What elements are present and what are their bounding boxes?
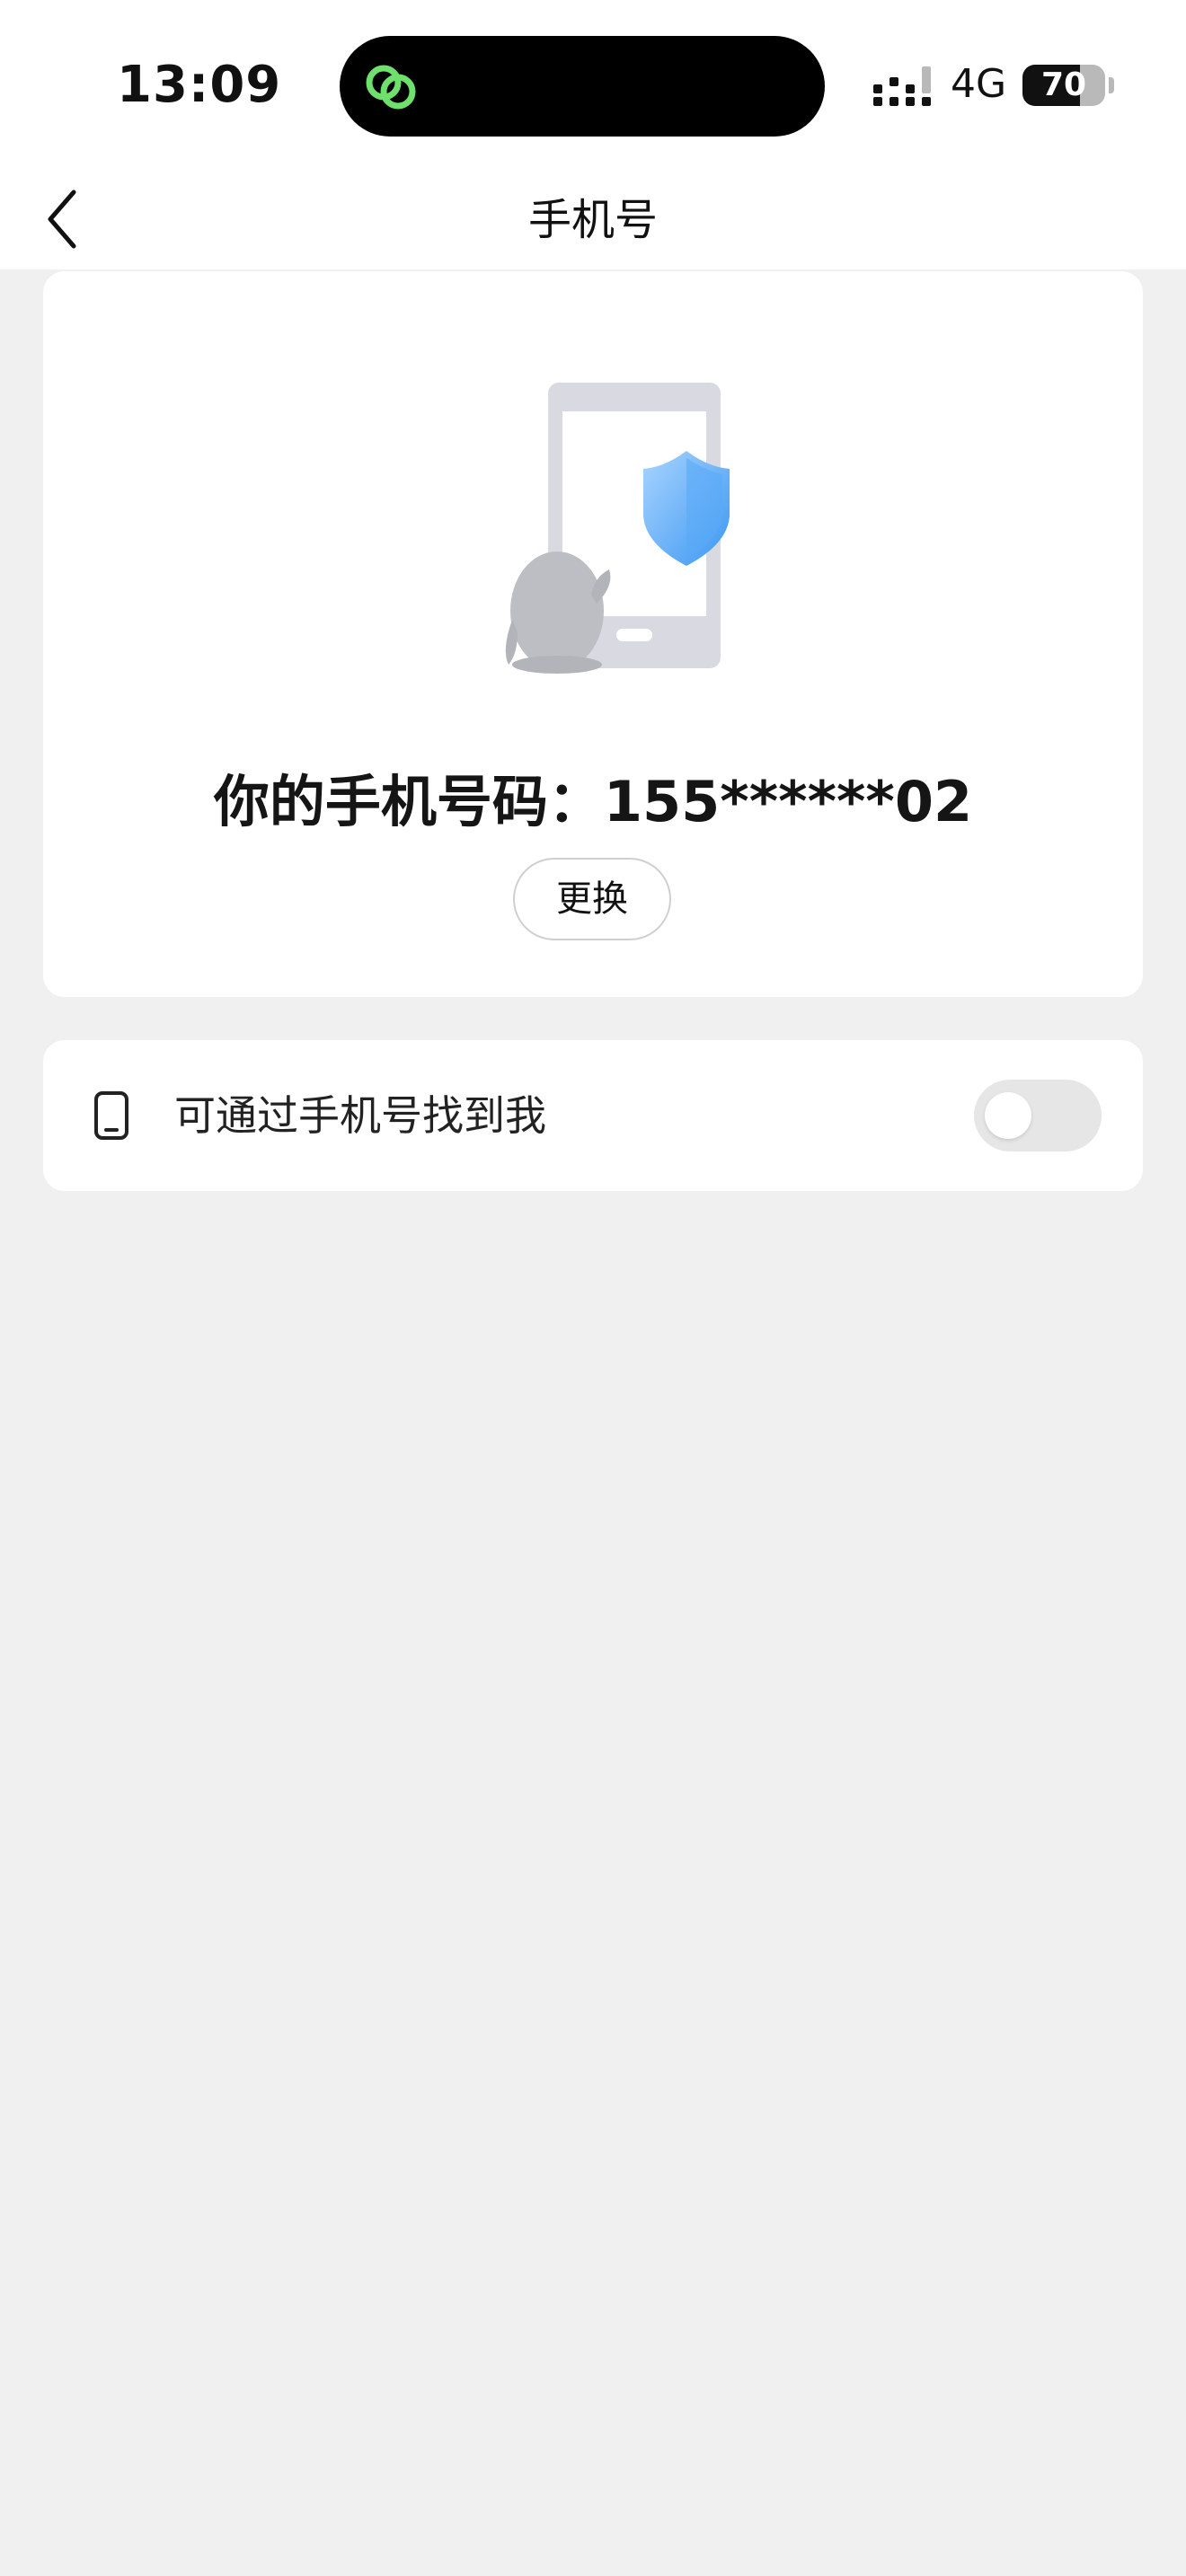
phone-number-card: 你的手机号码：155******02 更换 — [43, 271, 1143, 997]
signal-icon — [873, 66, 931, 106]
page-title: 手机号 — [527, 195, 658, 245]
find-by-phone-setting: 可通过手机号找到我 — [43, 1040, 1143, 1191]
back-button[interactable] — [27, 183, 99, 255]
change-phone-button[interactable]: 更换 — [513, 858, 671, 940]
dynamic-island — [340, 36, 825, 137]
status-bar: 13:09 4G 70 — [0, 0, 1186, 171]
smartphone-icon — [94, 1091, 128, 1140]
battery-level: 70 — [1040, 66, 1087, 103]
battery-icon: 70 — [1022, 65, 1105, 106]
navigation-bar: 手机号 — [0, 171, 1186, 269]
status-time: 13:09 — [117, 56, 282, 114]
find-by-phone-toggle[interactable] — [974, 1080, 1102, 1151]
find-by-phone-label: 可通过手机号找到我 — [174, 1091, 546, 1140]
network-type: 4G — [951, 61, 1007, 107]
phone-number-label: 你的手机号码：155******02 — [213, 769, 973, 834]
chevron-left-icon — [48, 190, 76, 249]
toggle-knob — [985, 1092, 1031, 1139]
battery-cap — [1109, 77, 1114, 93]
link-rings-icon — [366, 65, 416, 110]
phone-shield-penguin-illustration — [505, 383, 730, 674]
